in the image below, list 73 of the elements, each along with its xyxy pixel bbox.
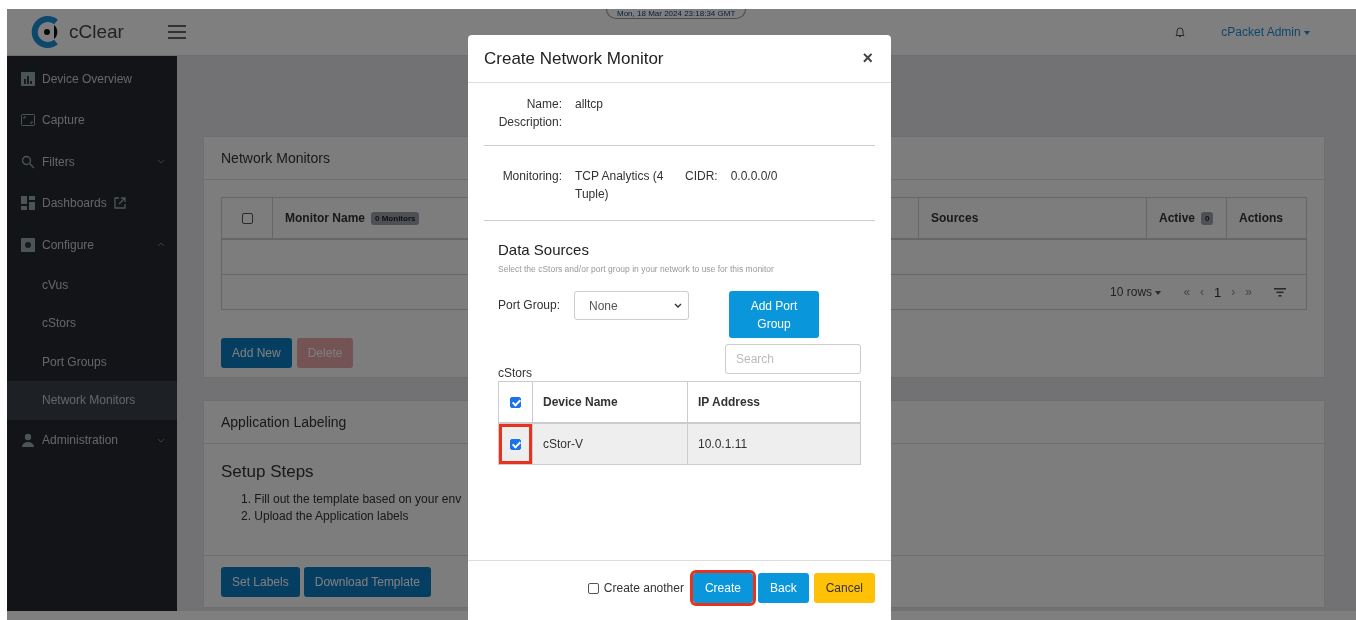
filter-icon[interactable] xyxy=(1274,287,1286,297)
back-button[interactable]: Back xyxy=(757,573,809,603)
column-header: Sources xyxy=(931,211,979,225)
count-badge: 0 xyxy=(1201,211,1214,225)
sidebar-item[interactable]: Device Overview xyxy=(7,58,177,100)
sidebar-icon xyxy=(21,71,35,86)
step-text: 1. Fill out the template based on your env xyxy=(240,491,463,508)
sidebar-item[interactable]: Capture xyxy=(7,99,177,141)
field-label: Name: xyxy=(525,96,562,113)
next-page-link[interactable]: › xyxy=(1231,285,1236,299)
user-menu[interactable]: cPacket Admin xyxy=(1221,25,1310,39)
field-value: TCP Analytics (4 Tuple) xyxy=(575,168,665,203)
section-heading: Setup Steps xyxy=(221,462,315,482)
caret-icon xyxy=(1304,30,1310,35)
caret-icon xyxy=(1155,290,1162,295)
sidebar-item[interactable]: Port Groups xyxy=(7,342,177,381)
search-field[interactable]: Search xyxy=(725,344,861,374)
add-new-button[interactable]: Add New xyxy=(221,338,292,368)
logo-text: cClear xyxy=(69,21,124,43)
checkbox[interactable] xyxy=(510,396,521,408)
set-labels-button[interactable]: Set Labels xyxy=(221,567,300,597)
column-header: IP Address xyxy=(698,395,761,409)
chevron-down-icon xyxy=(674,303,682,308)
field-label: Monitoring: xyxy=(501,168,562,185)
download-template-button[interactable]: Download Template xyxy=(303,567,431,597)
field-label: Port Group: xyxy=(498,298,562,312)
cancel-button[interactable]: Cancel xyxy=(813,573,875,603)
count-badge: 0 Monitors xyxy=(371,211,420,225)
field-value: 0.0.0.0/0 xyxy=(730,168,778,185)
add-port-group-button[interactable]: Add Port Group xyxy=(729,291,819,338)
sidebar-icon xyxy=(21,154,35,169)
previous-page-link[interactable]: ‹ xyxy=(1200,285,1205,299)
table-cell: 10.0.1.11 xyxy=(698,437,748,451)
sidebar-item[interactable]: Configure xyxy=(7,224,177,266)
table-cell: cStor-V xyxy=(543,437,583,451)
field-label: CIDR: xyxy=(685,168,718,185)
card-title: Application Labeling xyxy=(221,414,347,430)
bell-icon[interactable] xyxy=(1175,26,1186,38)
close-button[interactable]: × xyxy=(860,48,875,69)
checkbox[interactable] xyxy=(241,212,253,224)
sidebar-item[interactable]: Filters xyxy=(7,141,177,183)
hint-text: Select the cStors and/or port group in your network to use for this monitor xyxy=(498,264,775,274)
field-label: Description: xyxy=(497,114,562,131)
column-header: Monitor Name xyxy=(285,211,365,225)
field-value: alltcp xyxy=(575,96,603,113)
section-label: cStors xyxy=(498,366,532,380)
page-number[interactable]: 1 xyxy=(1214,284,1222,300)
modal-title: Create Network Monitor xyxy=(484,48,664,69)
chevron-up-icon xyxy=(157,242,165,248)
sidebar-icon xyxy=(21,113,35,128)
create-button[interactable]: Create xyxy=(692,573,753,603)
section-heading: Data Sources xyxy=(498,241,590,258)
sidebar-icon xyxy=(21,433,35,448)
sidebar-icon xyxy=(21,237,35,252)
sidebar-item[interactable]: cVus xyxy=(7,265,177,304)
column-header: Device Name xyxy=(543,395,618,409)
column-header: Active xyxy=(1159,211,1196,225)
first-page-link[interactable]: « xyxy=(1183,285,1191,299)
step-text: 2. Upload the Application labels xyxy=(240,508,410,525)
rows-dropdown[interactable]: 10 rows xyxy=(1110,285,1162,299)
card-title: Network Monitors xyxy=(221,150,330,166)
sidebar-item[interactable]: Dashboards xyxy=(7,182,177,224)
sidebar-icon xyxy=(21,196,35,211)
sidebar-item[interactable]: cStors xyxy=(7,304,177,343)
menu-icon[interactable] xyxy=(168,25,186,39)
create-another-checkbox[interactable]: Create another xyxy=(587,581,684,595)
chevron-down-icon xyxy=(157,159,165,165)
last-page-link[interactable]: » xyxy=(1245,285,1252,299)
checkbox[interactable] xyxy=(499,424,532,464)
column-header: Actions xyxy=(1239,211,1283,225)
sidebar-item[interactable]: Network Monitors xyxy=(7,381,177,420)
port-group-select[interactable]: None xyxy=(574,291,689,320)
chevron-down-icon xyxy=(157,437,165,443)
